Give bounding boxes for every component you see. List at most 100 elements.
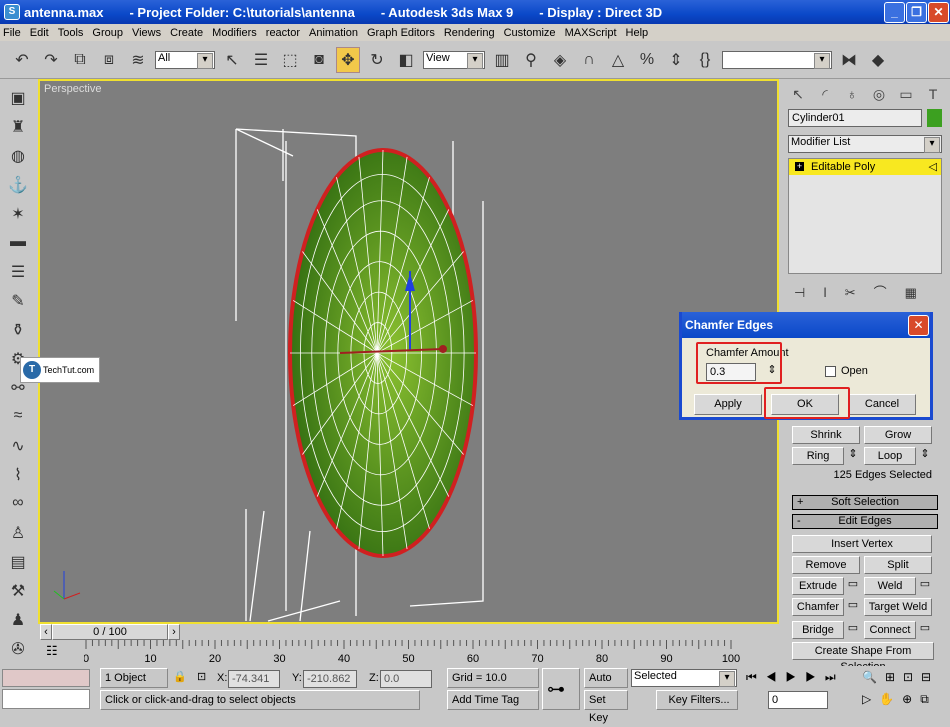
bridge-settings-icon[interactable]: ▭ xyxy=(846,621,860,637)
scale-icon[interactable]: ◧ xyxy=(394,47,418,73)
time-slider-thumb[interactable]: 0 / 100 xyxy=(52,624,168,640)
knot-icon[interactable]: ∞ xyxy=(7,494,29,516)
pencil-icon[interactable]: ✎ xyxy=(7,291,29,313)
x-coordinate[interactable]: -74.341 xyxy=(228,670,280,688)
weld-button[interactable]: Weld xyxy=(864,577,916,595)
extrude-button[interactable]: Extrude xyxy=(792,577,844,595)
snap-3d-icon[interactable]: ∩ xyxy=(577,47,601,73)
viewport-nav-icons[interactable]: 🔍⊞⊡⊟ xyxy=(862,668,939,686)
manipulate-icon[interactable]: ⚲ xyxy=(519,47,543,73)
bind-spacewarp-icon[interactable]: ≋ xyxy=(126,47,150,73)
y-coordinate[interactable]: -210.862 xyxy=(303,670,357,688)
select-icon[interactable]: ↖ xyxy=(220,47,244,73)
shirt-icon[interactable]: ♜ xyxy=(7,117,29,139)
figure-icon[interactable]: ♟ xyxy=(7,610,29,632)
percent-snap-icon[interactable]: % xyxy=(635,47,659,73)
lock-selection-icon[interactable]: 🔒 xyxy=(173,668,187,686)
mirror-icon[interactable]: ⧓ xyxy=(837,47,861,73)
connect-button[interactable]: Connect xyxy=(864,621,916,639)
current-frame-field[interactable]: 0 xyxy=(768,691,828,709)
loop-spinner[interactable]: ⇕ xyxy=(918,447,932,463)
stack-icon[interactable]: ☰ xyxy=(7,262,29,284)
object-name-field[interactable]: Cylinder01 xyxy=(788,109,922,127)
menu-customize[interactable]: Customize xyxy=(504,27,556,39)
menu-views[interactable]: Views xyxy=(132,27,161,39)
ring-spinner[interactable]: ⇕ xyxy=(846,447,860,463)
set-key-button[interactable]: Set Key xyxy=(584,690,628,724)
menu-modifiers[interactable]: Modifiers xyxy=(212,27,257,39)
link-icon[interactable]: ⧉ xyxy=(68,47,92,73)
pivot-icon[interactable]: ▥ xyxy=(490,47,514,73)
paint-icon[interactable]: ⚱ xyxy=(7,320,29,342)
shrink-button[interactable]: Shrink xyxy=(792,426,860,444)
named-selection-dropdown[interactable] xyxy=(722,50,832,69)
restore-button[interactable]: ❐ xyxy=(906,2,927,23)
menu-maxscript[interactable]: MAXScript xyxy=(565,27,617,39)
remove-button[interactable]: Remove xyxy=(792,556,860,574)
box-icon[interactable]: ▣ xyxy=(7,88,29,110)
add-time-tag[interactable]: Add Time Tag xyxy=(447,690,539,710)
playback-controls[interactable]: ⏮◀▶▶⏭ xyxy=(746,668,845,686)
target-weld-button[interactable]: Target Weld xyxy=(864,598,932,616)
object-color-swatch[interactable] xyxy=(927,109,942,127)
chamfer-button[interactable]: Chamfer xyxy=(792,598,844,616)
rect-selection-icon[interactable]: ⬚ xyxy=(278,47,302,73)
expand-icon[interactable]: + xyxy=(795,162,804,171)
hair-icon[interactable]: ≈ xyxy=(7,407,29,429)
menu-animation[interactable]: Animation xyxy=(309,27,358,39)
menu-edit[interactable]: Edit xyxy=(30,27,49,39)
viewport-nav-icons-2[interactable]: ▷✋⊕⧉ xyxy=(862,690,937,708)
menu-file[interactable]: File xyxy=(3,27,21,39)
edit-named-selection-icon[interactable]: {} xyxy=(693,47,717,73)
biped-icon[interactable]: ♙ xyxy=(7,523,29,545)
spinner-snap-icon[interactable]: ⇕ xyxy=(664,47,688,73)
track-bar[interactable]: 0 10 20 30 40 50 60 70 80 90 100 xyxy=(84,640,784,666)
select-by-name-icon[interactable]: ☰ xyxy=(249,47,273,73)
connect-settings-icon[interactable]: ▭ xyxy=(918,621,932,637)
panel-icon[interactable]: ▬ xyxy=(7,233,29,255)
auto-key-button[interactable]: Auto Key xyxy=(584,668,628,702)
window-crossing-icon[interactable]: ◙ xyxy=(307,47,331,73)
bridge-button[interactable]: Bridge xyxy=(792,621,844,639)
close-button[interactable]: ✕ xyxy=(928,2,949,23)
edit-edges-rollout[interactable]: - Edit Edges xyxy=(792,514,938,529)
wave-icon[interactable]: ∿ xyxy=(7,436,29,458)
perspective-viewport[interactable]: Perspective xyxy=(38,79,779,624)
menu-rendering[interactable]: Rendering xyxy=(444,27,495,39)
modify-tab-icon[interactable]: ◜ xyxy=(813,82,837,106)
hierarchy-tab-icon[interactable]: ♁ xyxy=(840,82,864,106)
split-button[interactable]: Split xyxy=(864,556,932,574)
undo-icon[interactable]: ↶ xyxy=(10,47,34,73)
loop-button[interactable]: Loop xyxy=(864,447,916,465)
display-tab-icon[interactable]: ▭ xyxy=(894,82,918,106)
cloth-icon[interactable]: ⌇ xyxy=(7,465,29,487)
menu-help[interactable]: Help xyxy=(626,27,649,39)
next-frame-arrow[interactable]: › xyxy=(168,624,180,640)
create-tab-icon[interactable]: ↖ xyxy=(786,82,810,106)
insert-vertex-button[interactable]: Insert Vertex xyxy=(792,535,932,553)
ref-coord-dropdown[interactable]: View xyxy=(423,50,485,69)
chamfer-settings-icon[interactable]: ▭ xyxy=(846,598,860,614)
open-checkbox[interactable] xyxy=(825,366,836,377)
align-icon[interactable]: ◆ xyxy=(866,47,890,73)
menu-create[interactable]: Create xyxy=(170,27,203,39)
create-shape-button[interactable]: Create Shape From Selection xyxy=(792,642,934,673)
script-icon[interactable]: ▤ xyxy=(7,552,29,574)
weld-settings-icon[interactable]: ▭ xyxy=(918,577,932,593)
stack-controls[interactable]: ⊣ǀ✂⌒▦ xyxy=(794,282,935,301)
tool-icon[interactable]: ⚒ xyxy=(7,581,29,603)
minimize-button[interactable]: _ xyxy=(884,2,905,23)
unlink-icon[interactable]: ⧈ xyxy=(97,47,121,73)
stack-item-editable-poly[interactable]: + Editable Poly ◁ xyxy=(789,159,941,175)
key-filters-button[interactable]: Key Filters... xyxy=(656,690,738,710)
maxscript-listener-white[interactable] xyxy=(2,689,90,709)
star-icon[interactable]: ✶ xyxy=(7,204,29,226)
grow-button[interactable]: Grow xyxy=(864,426,932,444)
prev-frame-arrow[interactable]: ‹ xyxy=(40,624,52,640)
z-coordinate[interactable]: 0.0 xyxy=(380,670,432,688)
modifier-list-dropdown[interactable]: Modifier List xyxy=(788,135,942,153)
menu-reactor[interactable]: reactor xyxy=(266,27,300,39)
curve-editor-icon[interactable]: ☷ xyxy=(46,643,58,659)
menu-tools[interactable]: Tools xyxy=(58,27,84,39)
soft-selection-rollout[interactable]: + Soft Selection xyxy=(792,495,938,510)
